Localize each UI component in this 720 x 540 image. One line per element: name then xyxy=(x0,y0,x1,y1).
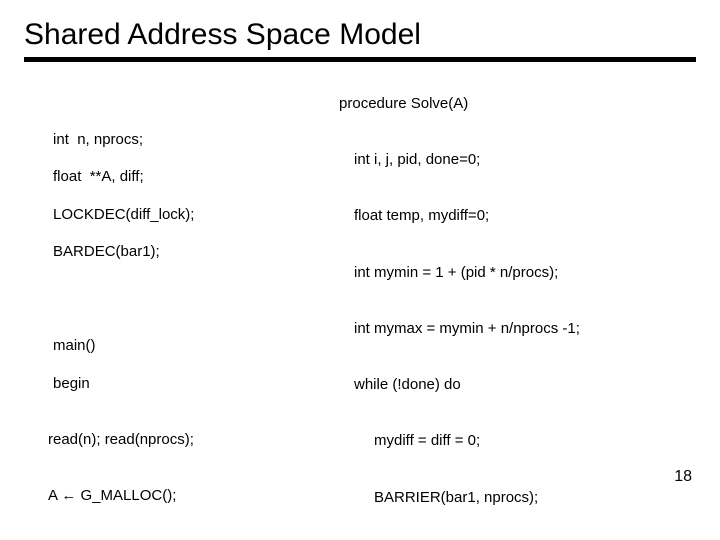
proc-decl: int mymin = 1 + (pid * n/procs); xyxy=(314,264,696,283)
main-head: main() xyxy=(53,337,96,354)
main-body-line: read(n); read(nprocs); xyxy=(28,431,308,450)
decl-line: LOCKDEC(diff_lock); xyxy=(53,206,194,223)
slide-title: Shared Address Space Model xyxy=(24,18,696,51)
page-number: 18 xyxy=(674,468,692,486)
proc-decl: float temp, mydiff=0; xyxy=(314,207,696,226)
proc-decl: int mymax = mymin + n/nprocs -1; xyxy=(314,320,696,339)
main-begin: begin xyxy=(53,375,90,392)
decl-line: int n, nprocs; xyxy=(53,131,143,148)
body-line: BARRIER(bar1, nprocs); xyxy=(314,489,696,508)
main-body-line: A ← G_MALLOC(); xyxy=(28,487,308,506)
proc-decl: int i, j, pid, done=0; xyxy=(314,151,696,170)
slide: Shared Address Space Model int n, nprocs… xyxy=(0,0,720,540)
decl-line: BARDEC(bar1); xyxy=(53,243,160,260)
while-head: while (!done) do xyxy=(314,376,696,395)
decl-line: float **A, diff; xyxy=(53,168,144,185)
content-columns: int n, nprocs; float **A, diff; LOCKDEC(… xyxy=(24,76,696,540)
left-column: int n, nprocs; float **A, diff; LOCKDEC(… xyxy=(24,76,308,540)
title-rule xyxy=(24,57,696,62)
body-line: mydiff = diff = 0; xyxy=(314,432,696,451)
proc-head: procedure Solve(A) xyxy=(339,95,468,112)
right-column: procedure Solve(A) int i, j, pid, done=0… xyxy=(308,76,696,540)
